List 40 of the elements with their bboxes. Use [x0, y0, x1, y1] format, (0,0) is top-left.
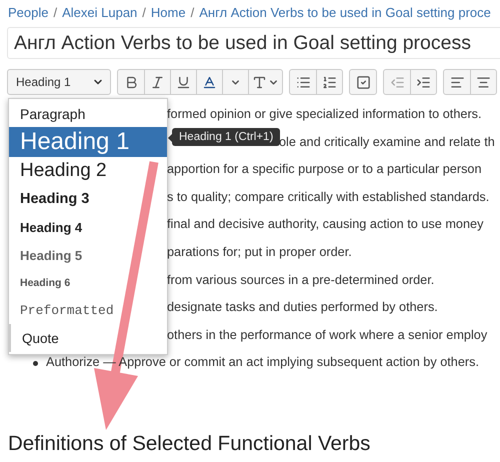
body-text: designate tasks and duties performed by others. [167, 299, 438, 316]
body-text: others in the performance of work where a senior employ [167, 326, 488, 344]
breadcrumb-separator: / [53, 5, 58, 20]
italic-icon [150, 74, 165, 90]
body-text: parations for; put in proper order. [167, 244, 352, 261]
bullet-icon [33, 360, 38, 366]
style-option[interactable]: Heading 6 [9, 269, 167, 296]
breadcrumb-link[interactable]: People [8, 5, 48, 20]
align-center-icon [476, 74, 491, 90]
style-option[interactable]: Paragraph [9, 101, 167, 127]
outdent-icon [390, 74, 404, 90]
style-option[interactable]: Heading 4 [9, 213, 167, 241]
style-option[interactable]: Heading 3 [9, 185, 167, 213]
breadcrumb-separator: / [190, 5, 194, 20]
underline-icon [176, 74, 191, 90]
breadcrumb-link[interactable]: Alexei Lupan [62, 5, 138, 20]
numbered-list-icon [322, 74, 337, 90]
body-text: apportion for a specific purpose or to a particular person [167, 161, 482, 178]
bullet-list-icon [296, 74, 310, 90]
align-left-icon [450, 74, 464, 90]
body-text: s to quality; compare critically with established standards. [167, 188, 490, 206]
indent-icon [416, 74, 431, 90]
style-option[interactable]: Heading 2 [9, 157, 167, 185]
body-text: from various sources in a pre-determined order. [167, 272, 434, 289]
checkbox-icon [356, 74, 370, 90]
section-heading: Definitions of Selected Functional Verbs [8, 432, 370, 456]
style-option[interactable]: Heading 1 [9, 127, 167, 157]
style-option[interactable]: Heading 5 [9, 241, 167, 269]
breadcrumb-separator: / [142, 5, 146, 20]
style-option[interactable]: Preformatted [9, 296, 167, 324]
style-option[interactable]: Quote [9, 324, 167, 352]
style-select[interactable]: Heading 1 [7, 69, 111, 95]
body-text: final and decisive authority, causing action to use money [167, 216, 484, 234]
text-color-icon [202, 74, 217, 90]
title-field[interactable]: Англ Action Verbs to be used in Goal setting process [7, 27, 500, 59]
breadcrumb-link[interactable]: Home [150, 5, 186, 20]
font-size-icon [252, 74, 267, 90]
body-text: formed opinion or give specialized information to others. [167, 106, 482, 123]
breadcrumb-link[interactable]: Англ Action Verbs to be used in Goal setting proce [199, 5, 491, 20]
body-text: ole and critically examine and relate th [279, 134, 495, 151]
